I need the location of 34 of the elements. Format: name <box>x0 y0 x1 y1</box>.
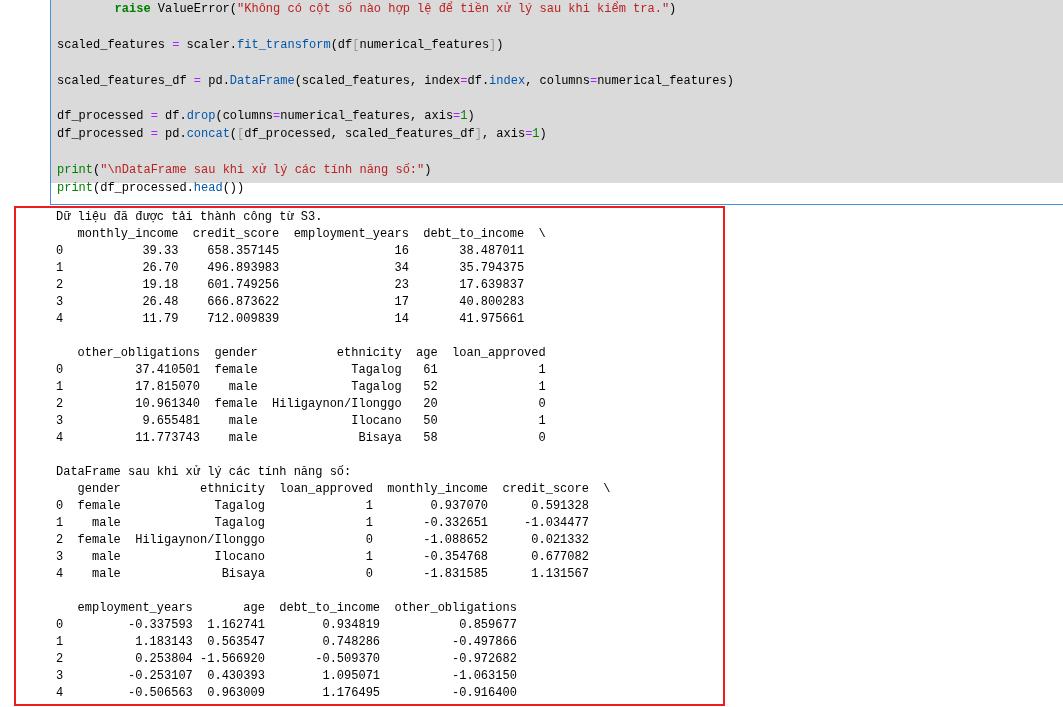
output-line: 4 -0.506563 0.963009 1.176495 -0.916400 <box>56 685 517 702</box>
code-line: df_processed = df.drop(columns=numerical_features, axis=1) <box>57 108 475 126</box>
output-line: 2 19.18 601.749256 23 17.639837 <box>56 277 525 294</box>
output-line: 0 -0.337593 1.162741 0.934819 0.859677 <box>56 617 517 634</box>
output-line: Dữ liệu đã được tải thành công từ S3. <box>56 209 323 226</box>
output-line: 4 male Bisaya 0 -1.831585 1.131567 <box>56 566 589 583</box>
output-line: gender ethnicity loan_approved monthly_income credit_score \ <box>76 481 611 498</box>
output-line: 2 0.253804 -1.566920 -0.509370 -0.972682 <box>56 651 517 668</box>
output-line: monthly_income credit_score employment_years debt_to_income \ <box>76 226 546 243</box>
output-line: 3 9.655481 male Ilocano 50 1 <box>56 413 546 430</box>
output-line: other_obligations gender ethnicity age loan_approved <box>76 345 546 362</box>
output-line: 2 female Hiligaynon/Ilonggo 0 -1.088652 0.021332 <box>56 532 589 549</box>
output-line: 4 11.773743 male Bisaya 58 0 <box>56 430 546 447</box>
code-line: df_processed = pd.concat([df_processed, scaled_features_df], axis=1) <box>57 126 547 144</box>
code-line: raise ValueError("Không có cột số nào hợp lệ để tiền xử lý sau khi kiểm tra.") <box>114 1 677 18</box>
code-line: scaled_features_df = pd.DataFrame(scaled_features, index=df.index, columns=numerical_features) <box>57 72 734 90</box>
code-line: print("\nDataFrame sau khi xử lý các tính năng số:") <box>57 162 432 180</box>
output-line: 3 male Ilocano 1 -0.354768 0.677082 <box>56 549 589 566</box>
output-line: 1 17.815070 male Tagalog 52 1 <box>56 379 546 396</box>
output-line: employment_years age debt_to_income other_obligations <box>76 600 517 617</box>
code-cell[interactable] <box>50 0 1063 205</box>
output-line: 3 -0.253107 0.430393 1.095071 -1.063150 <box>56 668 517 685</box>
output-line: 1 male Tagalog 1 -0.332651 -1.034477 <box>56 515 589 532</box>
output-line: 4 11.79 712.009839 14 41.975661 <box>56 311 525 328</box>
output-line: 1 1.183143 0.563547 0.748286 -0.497866 <box>56 634 517 651</box>
output-line: 1 26.70 496.893983 34 35.794375 <box>56 260 525 277</box>
output-line: 2 10.961340 female Hiligaynon/Ilonggo 20 0 <box>56 396 546 413</box>
code-line: print(df_processed.head()) <box>57 180 245 197</box>
code-line: scaled_features = scaler.fit_transform(df[numerical_features]) <box>57 36 504 54</box>
output-line: 0 female Tagalog 1 0.937070 0.591328 <box>56 498 589 515</box>
output-line: 0 39.33 658.357145 16 38.487011 <box>56 243 525 260</box>
output-line: DataFrame sau khi xử lý các tính năng số: <box>56 464 352 481</box>
output-line: 0 37.410501 female Tagalog 61 1 <box>56 362 546 379</box>
output-line: 3 26.48 666.873622 17 40.800283 <box>56 294 525 311</box>
